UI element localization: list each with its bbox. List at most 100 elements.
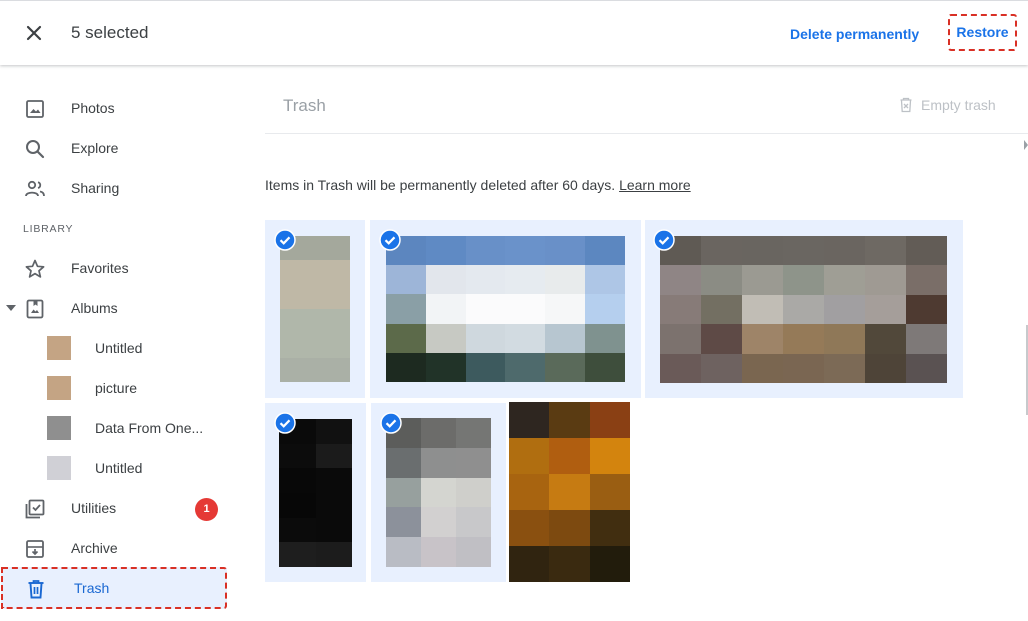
trash-icon [900,97,912,113]
photo-pixel [280,357,350,382]
photo-thumbnail [386,418,491,567]
photo-pixel [386,507,421,538]
photo-item[interactable] [645,220,963,398]
checkmark-icon[interactable] [274,229,296,251]
photo-pixel [280,260,350,285]
photo-pixel [386,537,421,567]
close-selection-button[interactable] [20,19,48,47]
photo-pixel [549,438,590,474]
sidebar-item-utilities[interactable]: Utilities 1 [0,488,228,528]
photo-item[interactable] [370,220,641,398]
checkmark-icon[interactable] [379,229,401,251]
photo-pixel [465,352,506,382]
restore-button[interactable]: Restore [948,14,1017,51]
photo-pixel [701,324,742,354]
photo-item[interactable] [265,403,366,582]
photo-pixel [509,438,550,474]
photo-pixel [421,447,456,478]
photo-pixel [585,294,625,324]
photo-pixel [279,492,316,518]
photo-pixel [742,324,783,354]
photo-pixel [742,236,783,266]
photo-item[interactable] [509,402,630,582]
photo-pixel [549,474,590,510]
photo-pixel [509,474,550,510]
album-label: picture [95,380,138,396]
photo-pixel [279,443,316,469]
sidebar-item-favorites[interactable]: Favorites [0,248,228,288]
delete-permanently-button[interactable]: Delete permanently [790,26,919,42]
photo-pixel [824,236,865,266]
sidebar-item-label: Archive [71,540,118,556]
album-item[interactable]: Data From One... [0,408,228,448]
album-thumbnail [47,336,71,360]
caret-down-icon[interactable] [5,303,17,313]
sidebar-item-albums[interactable]: Albums [0,288,228,328]
photo-pixel [456,418,491,448]
photo-pixel [505,294,546,324]
photo-pixel [456,537,491,567]
photo-pixel [280,309,350,334]
search-icon [26,140,45,159]
photo-pixel [386,447,421,478]
photo-pixel [279,542,316,567]
photo-pixel [545,236,586,266]
photo-pixel [386,265,426,295]
photo-pixel [701,265,742,295]
photo-pixel [279,517,316,543]
photo-icon [26,100,44,118]
photo-item[interactable] [265,220,365,398]
photo-thumbnail [660,236,947,383]
checkmark-icon[interactable] [380,412,402,434]
photo-pixel [425,352,466,382]
divider [265,133,1028,134]
sidebar-item-photos[interactable]: Photos [0,88,228,128]
sidebar-item-label: Utilities [71,500,117,516]
album-item[interactable]: picture [0,368,228,408]
photo-pixel [545,352,586,382]
photo-item[interactable] [371,403,506,582]
photo-thumbnail [386,236,625,382]
album-icon [26,299,44,319]
photo-pixel [865,236,906,266]
photo-pixel [589,510,630,546]
selection-toolbar: 5 selected Delete permanently Restore [0,0,1028,65]
sidebar-item-label: Photos [71,100,115,116]
photo-pixel [279,468,316,493]
scrollbar[interactable] [1024,140,1028,610]
photo-pixel [701,353,742,383]
sidebar-item-trash[interactable]: Trash [1,567,227,609]
photo-pixel [386,323,426,353]
sidebar-item-sharing[interactable]: Sharing [0,168,228,208]
album-thumbnail [47,376,71,400]
photo-pixel [865,265,906,295]
album-item[interactable]: Untitled [0,328,228,368]
photo-thumbnail [509,402,630,582]
photo-pixel [906,353,947,383]
photo-pixel [505,236,546,266]
photo-pixel [545,294,586,324]
photo-pixel [906,294,947,325]
photo-pixel [585,352,625,382]
photo-pixel [280,333,350,358]
photo-pixel [456,477,491,508]
checkmark-icon[interactable] [653,229,675,251]
sidebar-item-explore[interactable]: Explore [0,128,228,168]
photo-pixel [509,402,550,438]
photo-pixel [421,507,456,538]
selected-count: 5 selected [71,23,149,42]
photo-pixel [783,265,824,295]
learn-more-link[interactable]: Learn more [619,177,691,193]
sidebar-item-label: Albums [71,300,118,316]
photo-pixel [824,294,865,325]
photo-pixel [465,265,506,295]
photo-thumbnail [279,419,352,567]
photo-pixel [589,546,630,582]
checkmark-icon[interactable] [274,412,296,434]
sidebar-item-archive[interactable]: Archive [0,528,228,568]
photo-pixel [315,492,352,518]
empty-trash-button[interactable]: Empty trash [899,97,996,113]
album-item[interactable]: Untitled [0,448,228,488]
photo-pixel [545,265,586,295]
photo-pixel [783,353,824,383]
